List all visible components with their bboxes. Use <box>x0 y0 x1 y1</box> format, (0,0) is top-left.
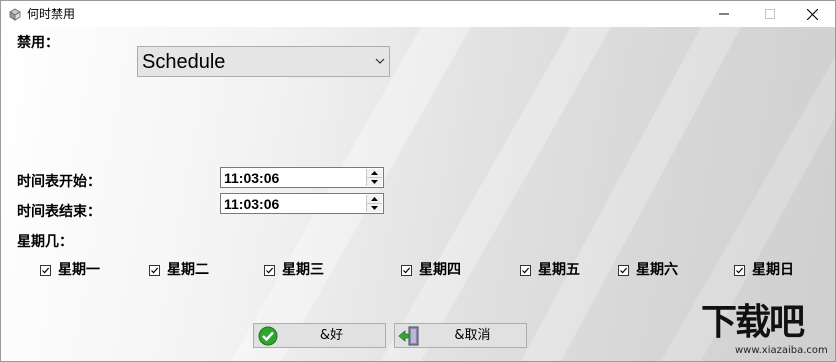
checkbox-wednesday[interactable]: 星期三 <box>264 261 324 279</box>
spin-down-button[interactable] <box>367 204 382 212</box>
schedule-end-value: 11:03:06 <box>224 196 280 212</box>
app-icon <box>9 8 21 21</box>
checkmark-icon <box>403 267 411 273</box>
watermark-url: www.xiazaiba.com <box>735 345 828 356</box>
spin-up-button[interactable] <box>367 195 382 204</box>
schedule-end-spinner[interactable] <box>366 195 382 212</box>
exit-door-icon <box>398 326 419 346</box>
checkmark-icon <box>266 267 274 273</box>
checkbox-box[interactable] <box>149 264 160 276</box>
checkbox-sunday[interactable]: 星期日 <box>734 261 794 279</box>
checkbox-box[interactable] <box>520 264 531 276</box>
checkbox-label: 星期五 <box>538 262 580 278</box>
checkmark-icon <box>42 267 50 273</box>
dialog-client-area: 禁用： Schedule 时间表开始： 11:03:06 时间表结束： 11:0… <box>1 27 835 361</box>
spin-up-button[interactable] <box>367 169 382 178</box>
schedule-start-label: 时间表开始： <box>17 174 101 190</box>
schedule-start-spinner[interactable] <box>366 169 382 186</box>
checkbox-saturday[interactable]: 星期六 <box>618 261 678 279</box>
minimize-icon <box>719 13 729 15</box>
cancel-button[interactable]: &取消 <box>394 323 527 348</box>
triangle-up-icon <box>371 197 378 201</box>
checkbox-tuesday[interactable]: 星期二 <box>149 261 209 279</box>
checkbox-box[interactable] <box>618 264 629 276</box>
minimize-button[interactable] <box>701 1 747 27</box>
checkbox-box[interactable] <box>734 264 745 276</box>
cancel-button-label: &取消 <box>454 328 491 343</box>
checkbox-label: 星期四 <box>419 262 461 278</box>
maximize-icon <box>765 9 775 19</box>
checkbox-label: 星期三 <box>282 262 324 278</box>
checkmark-icon <box>620 267 628 273</box>
triangle-down-icon <box>371 180 378 184</box>
checkbox-friday[interactable]: 星期五 <box>520 261 580 279</box>
checkbox-box[interactable] <box>264 264 275 276</box>
maximize-button[interactable] <box>747 1 793 27</box>
schedule-end-label: 时间表结束： <box>17 204 101 220</box>
checkbox-thursday[interactable]: 星期四 <box>401 261 461 279</box>
checkmark-icon <box>151 267 159 273</box>
watermark-brand: 下载吧 <box>701 302 805 343</box>
check-icon <box>258 326 278 346</box>
close-button[interactable] <box>789 1 835 27</box>
schedule-start-time-picker[interactable]: 11:03:06 <box>220 167 384 188</box>
disable-mode-value: Schedule <box>142 51 226 73</box>
watermark-logo: 下载吧 www.xiazaiba.com <box>695 301 835 359</box>
checkbox-monday[interactable]: 星期一 <box>40 261 100 279</box>
spin-down-button[interactable] <box>367 178 382 186</box>
checkbox-box[interactable] <box>401 264 412 276</box>
triangle-up-icon <box>371 171 378 175</box>
checkbox-label: 星期日 <box>752 262 794 278</box>
weekdays-label: 星期几： <box>17 234 73 250</box>
schedule-start-value: 11:03:06 <box>224 170 280 186</box>
checkbox-label: 星期六 <box>636 262 678 278</box>
checkbox-label: 星期二 <box>167 262 209 278</box>
dialog-window: 何时禁用 禁用： Schedule 时间表开始： 11:03:06 时间表结束：… <box>0 0 836 362</box>
chevron-down-icon <box>375 58 385 64</box>
disable-label: 禁用： <box>17 35 59 51</box>
ok-button[interactable]: &好 <box>253 323 386 348</box>
checkbox-label: 星期一 <box>58 262 100 278</box>
checkbox-box[interactable] <box>40 264 51 276</box>
schedule-end-time-picker[interactable]: 11:03:06 <box>220 193 384 214</box>
checkmark-icon <box>736 267 744 273</box>
triangle-down-icon <box>371 206 378 210</box>
checkmark-icon <box>522 267 530 273</box>
title-bar: 何时禁用 <box>1 1 835 27</box>
disable-mode-select[interactable]: Schedule <box>137 46 390 77</box>
close-icon <box>806 8 818 20</box>
ok-button-label: &好 <box>319 328 344 343</box>
window-title: 何时禁用 <box>27 7 76 21</box>
